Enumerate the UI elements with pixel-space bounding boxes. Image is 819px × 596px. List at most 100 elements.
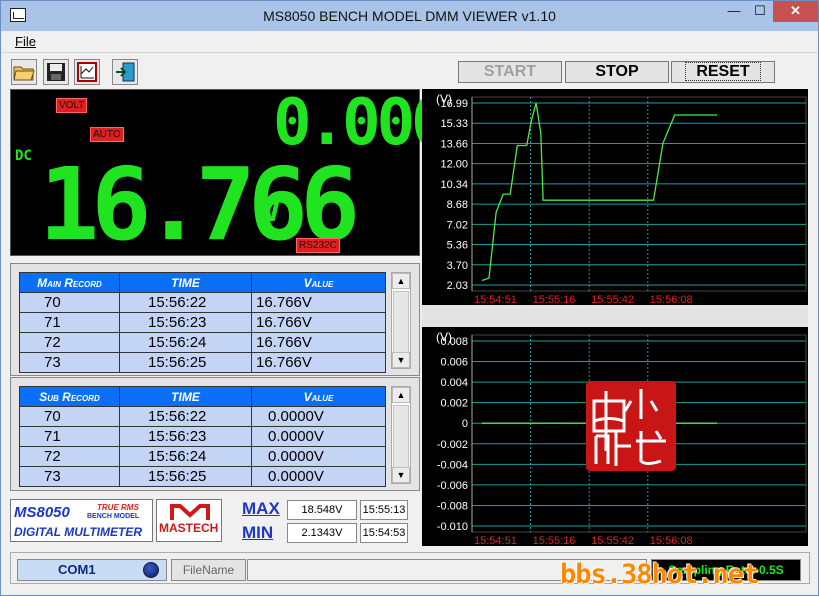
- row-index: 71: [19, 426, 120, 447]
- series-line: [481, 102, 717, 282]
- brand-model: MS8050: [14, 504, 70, 521]
- main-record-scrollbar[interactable]: ▲ ▼: [391, 272, 411, 369]
- y-axis-label: (V): [436, 330, 452, 344]
- y-tick-label: 0.004: [440, 377, 468, 389]
- x-tick-label: 15:55:16: [533, 535, 576, 546]
- row-time: 15:56:25: [119, 466, 252, 487]
- brand-true-rms: TRUE RMS: [97, 503, 139, 512]
- column-header: Value: [251, 272, 386, 293]
- start-button[interactable]: START: [458, 61, 562, 83]
- y-tick-label: -0.010: [437, 521, 468, 533]
- reset-label: RESET: [685, 62, 761, 81]
- maximize-button[interactable]: ☐: [747, 1, 773, 22]
- lcd-display: VOLT AUTO DC 0.0000 16.766 V RS232C: [10, 86, 484, 260]
- scroll-up-icon[interactable]: ▲: [392, 273, 410, 289]
- save-disk-icon[interactable]: [43, 59, 69, 85]
- y-tick-label: 0.002: [440, 398, 468, 410]
- column-header: Sub Record: [19, 386, 120, 407]
- row-value: 0.0000V: [251, 466, 386, 487]
- brand-bench-model: BENCH MODEL: [87, 513, 140, 520]
- title-bar: MS8050 BENCH MODEL DMM VIEWER v1.10 — ☐ …: [1, 1, 818, 31]
- column-header: Main Record: [19, 272, 120, 293]
- window-title: MS8050 BENCH MODEL DMM VIEWER v1.10: [263, 8, 556, 24]
- unit-label: V: [261, 190, 282, 230]
- y-tick-label: -0.006: [437, 480, 468, 492]
- row-time: 15:56:22: [119, 292, 252, 313]
- watermark-text: bbs.38hot.net: [560, 559, 759, 590]
- table-row[interactable]: 73 15:56:25 0.0000V: [19, 466, 386, 487]
- seal-stamp: [586, 381, 676, 471]
- sub-record-scrollbar[interactable]: ▲ ▼: [391, 386, 411, 484]
- row-value: 0.0000V: [251, 406, 386, 427]
- x-tick-label: 15:54:51: [474, 294, 517, 305]
- y-tick-label: 13.66: [440, 138, 468, 150]
- table-row[interactable]: 71 15:56:23 16.766V: [19, 312, 386, 333]
- min-time: 15:54:53: [360, 523, 408, 543]
- scroll-down-icon[interactable]: ▼: [392, 352, 410, 368]
- column-header: TIME: [119, 386, 252, 407]
- close-button[interactable]: ✕: [773, 1, 818, 22]
- row-index: 73: [19, 352, 120, 373]
- y-tick-label: -0.002: [437, 439, 468, 451]
- app-window: MS8050 BENCH MODEL DMM VIEWER v1.10 — ☐ …: [0, 0, 819, 596]
- brand-logo: MS8050 TRUE RMS BENCH MODEL DIGITAL MULT…: [10, 499, 153, 542]
- stop-button[interactable]: STOP: [565, 61, 669, 83]
- column-header: TIME: [119, 272, 252, 293]
- row-value: 16.766V: [251, 292, 386, 313]
- y-tick-label: 15.33: [440, 118, 468, 130]
- row-time: 15:56:25: [119, 352, 252, 373]
- scroll-down-icon[interactable]: ▼: [392, 467, 410, 483]
- reset-button[interactable]: RESET: [671, 61, 775, 83]
- table-row[interactable]: 73 15:56:25 16.766V: [19, 352, 386, 373]
- brand-subtitle: DIGITAL MULTIMETER: [14, 525, 142, 539]
- sub-record-table: Sub Record TIME Value 70 15:56:22 0.0000V …: [19, 386, 386, 487]
- chart-separator: [422, 305, 808, 327]
- table-row[interactable]: 72 15:56:24 16.766V: [19, 332, 386, 353]
- min-value: 2.1343V: [287, 523, 357, 543]
- exit-icon[interactable]: [112, 59, 138, 85]
- y-tick-label: 10.34: [440, 179, 468, 191]
- row-index: 71: [19, 312, 120, 333]
- toolbar: START STOP RESET: [2, 52, 817, 88]
- dc-indicator: DC: [15, 148, 32, 164]
- scroll-up-icon[interactable]: ▲: [392, 387, 410, 403]
- table-row[interactable]: 72 15:56:24 0.0000V: [19, 446, 386, 467]
- open-folder-icon[interactable]: [11, 59, 37, 85]
- sub-record-panel: Sub Record TIME Value 70 15:56:22 0.0000V …: [10, 377, 420, 491]
- row-time: 15:56:24: [119, 446, 252, 467]
- row-index: 73: [19, 466, 120, 487]
- filename-field[interactable]: FileName: [171, 559, 246, 581]
- x-tick-label: 15:55:42: [591, 294, 634, 305]
- mastech-logo: MASTECH: [156, 499, 222, 542]
- y-tick-label: 3.70: [447, 260, 468, 272]
- y-tick-label: 7.02: [447, 219, 468, 231]
- table-row[interactable]: 70 15:56:22 0.0000V: [19, 406, 386, 427]
- row-time: 15:56:23: [119, 312, 252, 333]
- min-label: MIN: [242, 523, 274, 542]
- row-index: 72: [19, 332, 120, 353]
- x-tick-label: 15:56:08: [650, 294, 693, 305]
- x-tick-label: 15:56:08: [650, 535, 693, 546]
- main-record-panel: Main Record TIME Value 70 15:56:22 16.766V…: [10, 263, 420, 376]
- x-tick-label: 15:55:16: [533, 294, 576, 305]
- chart-icon[interactable]: [74, 59, 100, 85]
- menu-file[interactable]: File: [15, 34, 36, 49]
- rs232-indicator: RS232C: [296, 238, 340, 253]
- y-axis-label: (V): [436, 92, 452, 106]
- table-row[interactable]: 71 15:56:23 0.0000V: [19, 426, 386, 447]
- scroll-thumb[interactable]: [393, 291, 409, 361]
- row-time: 15:56:24: [119, 332, 252, 353]
- minimize-button[interactable]: —: [721, 1, 747, 22]
- y-tick-label: 0: [462, 418, 468, 430]
- y-tick-label: -0.004: [437, 459, 468, 471]
- row-value: 0.0000V: [251, 426, 386, 447]
- column-header: Value: [251, 386, 386, 407]
- table-row[interactable]: 70 15:56:22 16.766V: [19, 292, 386, 313]
- row-time: 15:56:22: [119, 406, 252, 427]
- connection-led-icon: [143, 562, 159, 578]
- row-time: 15:56:23: [119, 426, 252, 447]
- voltage-chart-main: 16.9915.3313.6612.0010.348.687.025.363.7…: [422, 89, 808, 305]
- y-tick-label: -0.008: [437, 500, 468, 512]
- max-value: 18.548V: [287, 500, 357, 520]
- scroll-thumb[interactable]: [393, 405, 409, 475]
